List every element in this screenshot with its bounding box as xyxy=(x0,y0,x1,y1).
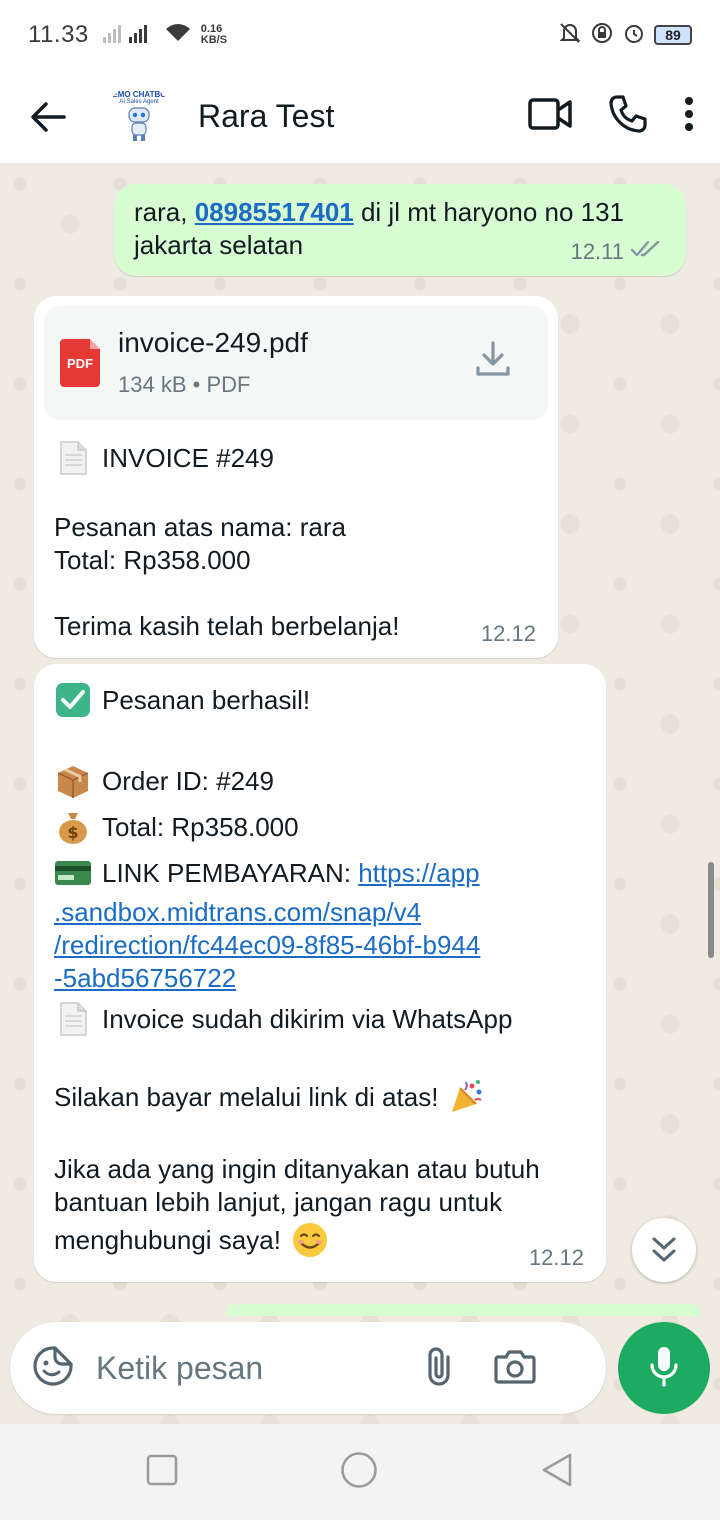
document-emoji-icon xyxy=(54,1000,92,1038)
attach-icon[interactable] xyxy=(424,1345,454,1392)
mic-button[interactable] xyxy=(618,1322,710,1414)
mute-notification-icon xyxy=(558,21,582,50)
chat-header: DEMO CHATBOT AI Sales Agent Rara Test xyxy=(0,70,720,164)
message-text: Jika ada yang ingin ditanyakan atau butu… xyxy=(54,1154,540,1184)
message-time: 12.12 xyxy=(480,621,536,646)
payment-link[interactable]: .sandbox.midtrans.com/snap/v4 xyxy=(54,897,421,927)
more-options-icon[interactable] xyxy=(684,96,694,137)
avatar-subtext: AI Sales Agent xyxy=(119,99,159,105)
data-saver-icon xyxy=(590,21,614,50)
alarm-icon xyxy=(622,21,646,50)
payment-link[interactable]: /redirection/fc44ec09-8f85-46bf-b944 xyxy=(54,930,480,960)
message-input[interactable] xyxy=(96,1349,416,1387)
document-emoji-icon xyxy=(54,439,92,477)
camera-icon[interactable] xyxy=(494,1348,536,1389)
money-bag-emoji-icon: $ xyxy=(54,808,92,846)
wifi-icon xyxy=(165,23,191,48)
scroll-down-icon[interactable] xyxy=(632,1218,696,1282)
party-popper-emoji-icon xyxy=(448,1078,486,1116)
signal-icon xyxy=(99,25,159,45)
order-id-text: Order ID: #249 xyxy=(102,765,274,796)
chat-area[interactable]: rara, 08985517401 di jl mt haryono no 13… xyxy=(0,164,720,1424)
document-meta: 134 kB • PDF xyxy=(118,371,251,397)
mic-icon xyxy=(648,1345,680,1392)
voice-call-icon[interactable] xyxy=(608,94,648,139)
nav-back-icon[interactable] xyxy=(540,1452,574,1493)
avatar-text: DEMO CHATBOT xyxy=(106,90,172,99)
nav-home-icon[interactable] xyxy=(340,1451,378,1494)
network-speed-unit: KB/S xyxy=(200,34,228,46)
message-text: di jl mt haryono no 131 xyxy=(353,197,625,227)
message-time: 12.12 xyxy=(528,1245,584,1270)
outgoing-message[interactable]: rara, 08985517401 di jl mt haryono no 13… xyxy=(114,184,686,276)
next-message-peek xyxy=(226,1304,700,1316)
download-icon[interactable] xyxy=(474,340,512,386)
total-text: Total: Rp358.000 xyxy=(102,811,299,842)
message-text: Terima kasih telah berbelanja! xyxy=(54,611,400,641)
status-bar: 11.33 0.16 KB/S 89 xyxy=(0,0,720,70)
sticker-icon[interactable] xyxy=(32,1345,74,1392)
message-text: Pesanan atas nama: rara xyxy=(54,512,346,542)
phone-number-link[interactable]: 08985517401 xyxy=(195,197,354,227)
scrollbar[interactable] xyxy=(708,862,714,958)
document-size: 134 kB xyxy=(118,371,187,397)
pdf-file-icon: PDF xyxy=(60,339,100,387)
invoice-title: INVOICE #249 xyxy=(102,442,274,473)
package-emoji-icon xyxy=(54,762,92,800)
message-text: bantuan lebih lanjut, jangan ragu untuk xyxy=(54,1187,503,1217)
check-mark-emoji-icon xyxy=(54,681,92,719)
back-arrow-icon[interactable] xyxy=(20,89,76,145)
credit-card-emoji-icon xyxy=(54,854,92,892)
message-text: Total: Rp358.000 xyxy=(54,545,251,575)
document-attachment[interactable]: PDF invoice-249.pdf 134 kB • PDF xyxy=(44,306,548,420)
network-speed: 0.16 KB/S xyxy=(201,24,227,46)
message-text: menghubungi saya! xyxy=(54,1224,281,1255)
payment-link-label: LINK PEMBAYARAN: xyxy=(102,857,359,888)
document-type: PDF xyxy=(206,371,251,397)
avatar[interactable]: DEMO CHATBOT AI Sales Agent xyxy=(106,83,172,150)
smiling-face-emoji-icon xyxy=(291,1221,329,1259)
robot-icon xyxy=(128,107,150,141)
double-check-icon xyxy=(630,235,664,268)
system-navigation-bar xyxy=(0,1424,720,1520)
video-call-icon[interactable] xyxy=(528,97,572,136)
message-text: rara, xyxy=(134,197,195,227)
incoming-message-invoice[interactable]: PDF invoice-249.pdf 134 kB • PDF INVOICE… xyxy=(34,296,558,658)
incoming-message-order[interactable]: Pesanan berhasil! Order ID: #249 $ Total… xyxy=(34,664,606,1282)
contact-name[interactable]: Rara Test xyxy=(198,98,334,135)
message-time: 12.11 xyxy=(570,239,624,264)
payment-link[interactable]: -5abd56756722 xyxy=(54,963,236,993)
status-time: 11.33 xyxy=(28,21,89,48)
battery-indicator: 89 xyxy=(654,25,692,45)
svg-text:$: $ xyxy=(67,823,78,842)
order-success-text: Pesanan berhasil! xyxy=(102,684,311,715)
pay-prompt-text: Silakan bayar melalui link di atas! xyxy=(54,1081,439,1112)
document-name: invoice-249.pdf xyxy=(118,326,308,358)
message-composer xyxy=(10,1322,606,1414)
nav-recents-icon[interactable] xyxy=(146,1454,178,1491)
payment-link[interactable]: https://app xyxy=(358,858,479,888)
pdf-icon-label: PDF xyxy=(67,355,93,371)
invoice-sent-text: Invoice sudah dikirim via WhatsApp xyxy=(102,1003,513,1034)
